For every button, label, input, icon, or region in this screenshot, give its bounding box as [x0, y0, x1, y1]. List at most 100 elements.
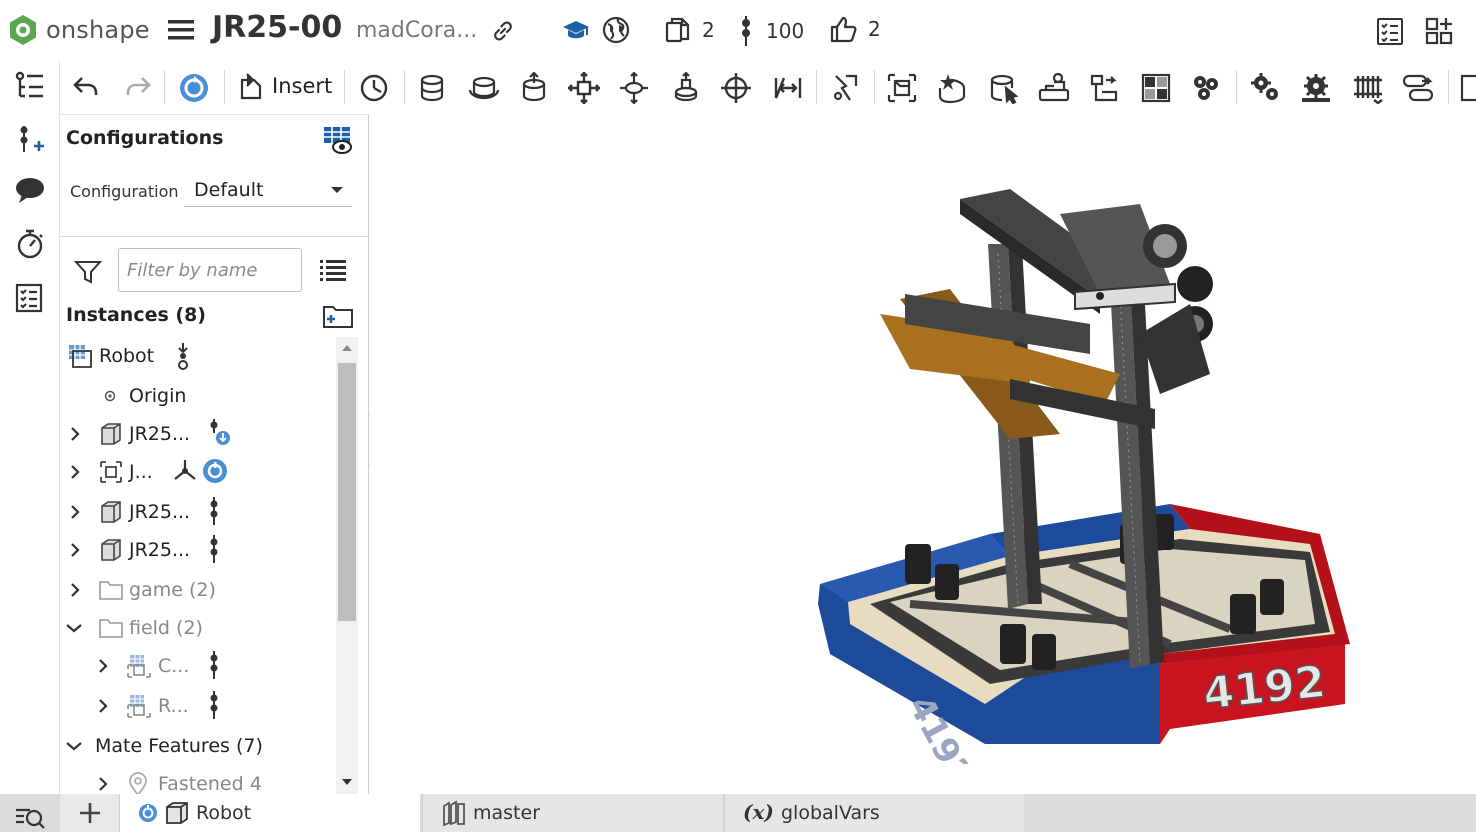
mate-connector-icon [172, 457, 198, 483]
scroll-thumb[interactable] [338, 363, 356, 621]
chevron-down-icon [330, 186, 344, 194]
revolute-mate-icon[interactable] [468, 72, 500, 104]
version-icon [208, 535, 220, 563]
fastened-mate-icon[interactable] [416, 72, 448, 104]
regenerate-icon[interactable] [178, 72, 210, 104]
pin-slot-mate-icon[interactable] [720, 72, 752, 104]
graphics-viewport[interactable]: 4192 4192 [370, 114, 1476, 794]
filter-input[interactable] [118, 248, 302, 292]
comments-icon[interactable] [14, 176, 46, 206]
configuration-select[interactable]: Default [184, 173, 352, 207]
tree-item-part[interactable]: JR25... [60, 531, 336, 569]
configuration-visibility-icon[interactable] [322, 125, 354, 155]
document-tab-bar: Robot master (x) globalVars [0, 794, 1476, 832]
tree-folder-field[interactable]: field (2) [60, 609, 336, 647]
chevron-right-icon[interactable] [96, 659, 110, 673]
tree-item-field-assembly[interactable]: R... [60, 687, 336, 725]
onshape-logo[interactable]: onshape [8, 14, 150, 46]
redo-icon[interactable] [124, 72, 152, 100]
linear-relation-icon[interactable] [1300, 72, 1332, 104]
insert-button[interactable]: Insert [238, 72, 332, 100]
assembly-icon [67, 343, 93, 369]
search-icon[interactable] [14, 804, 46, 830]
app-store-icon[interactable] [1424, 16, 1454, 46]
tree-item-part[interactable]: JR25... [60, 493, 336, 531]
chevron-down-icon[interactable] [66, 621, 82, 635]
mate-connector-icon[interactable] [938, 72, 970, 104]
chevron-down-icon[interactable] [66, 739, 82, 753]
chevron-right-icon[interactable] [68, 583, 82, 597]
screw-relation-icon[interactable] [1250, 72, 1282, 104]
tree-item-label: JR25... [129, 501, 191, 523]
tree-mate-fastened[interactable]: Fastened 4 [60, 765, 336, 795]
rack-icon[interactable] [1352, 72, 1384, 104]
document-title[interactable]: JR25-00 [212, 10, 342, 45]
ball-mate-icon[interactable] [670, 72, 702, 104]
filter-icon[interactable] [74, 259, 102, 285]
section-view-icon[interactable] [358, 72, 390, 104]
list-view-icon[interactable] [320, 258, 346, 282]
new-folder-icon[interactable] [322, 303, 354, 329]
folder-icon [99, 618, 123, 638]
public-icon[interactable] [602, 16, 630, 44]
tree-item-origin[interactable]: Origin [60, 377, 336, 415]
chevron-right-icon[interactable] [68, 465, 82, 479]
more-icon[interactable] [1402, 72, 1434, 104]
feature-list-icon[interactable] [14, 70, 46, 102]
planar-mate-icon[interactable] [568, 72, 600, 104]
versions-button[interactable]: 100 [740, 16, 804, 46]
history-icon[interactable] [14, 228, 46, 260]
tab-label: globalVars [781, 802, 880, 824]
insert-parts-icon[interactable] [14, 124, 46, 156]
scroll-down-icon[interactable] [342, 779, 352, 785]
tangent-mate-icon[interactable] [830, 72, 862, 104]
mirror-icon[interactable] [1088, 72, 1120, 104]
tree-scrollbar[interactable] [336, 337, 358, 795]
tree-folder-game[interactable]: game (2) [60, 571, 336, 609]
insert-icon [238, 72, 264, 100]
overflow-icon[interactable] [1460, 72, 1476, 104]
undo-icon[interactable] [72, 72, 100, 100]
chevron-right-icon[interactable] [68, 427, 82, 441]
likes-button[interactable]: 2 [828, 14, 881, 44]
learning-icon[interactable] [562, 16, 590, 44]
version-icon [208, 497, 220, 525]
document-owner[interactable]: madCora... [356, 18, 477, 43]
replicate-icon[interactable] [988, 72, 1020, 104]
tab-master[interactable]: master [422, 794, 722, 832]
slider-mate-icon[interactable] [518, 72, 550, 104]
tree-mate-features[interactable]: Mate Features (7) [60, 727, 336, 765]
menu-icon[interactable] [168, 18, 194, 42]
chevron-right-icon[interactable] [68, 543, 82, 557]
scroll-up-icon[interactable] [342, 345, 352, 351]
tasks-icon[interactable] [1376, 16, 1404, 46]
configuration-label: Configuration [70, 182, 179, 201]
likes-count: 2 [868, 17, 881, 41]
chevron-right-icon[interactable] [96, 699, 110, 713]
version-icon [208, 651, 220, 679]
tree-item-field-assembly[interactable]: C... [60, 647, 336, 685]
gear-relation-icon[interactable] [1140, 72, 1172, 104]
tree-item-label: Origin [129, 385, 187, 407]
group-icon[interactable] [886, 72, 918, 104]
rack-pinion-icon[interactable] [1190, 72, 1222, 104]
instances-title: Instances (8) [66, 304, 206, 326]
tasks-panel-icon[interactable] [14, 282, 44, 314]
chevron-right-icon[interactable] [68, 505, 82, 519]
parallel-mate-icon[interactable] [772, 72, 804, 104]
tree-item-robot[interactable]: Robot [60, 337, 336, 375]
add-tab-button[interactable] [60, 794, 120, 832]
copies-button[interactable]: 2 [664, 16, 715, 44]
link-icon[interactable] [490, 18, 516, 44]
tree-item-label: J... [129, 461, 153, 483]
tab-robot[interactable]: Robot [120, 794, 420, 832]
origin-icon [104, 390, 116, 402]
tree-item-subassembly[interactable]: J... [60, 453, 336, 491]
left-rail [0, 60, 60, 832]
tree-item-part[interactable]: JR25... [60, 415, 336, 453]
chevron-right-icon[interactable] [96, 777, 110, 791]
tab-global-vars[interactable]: (x) globalVars [724, 794, 1024, 832]
cylindrical-mate-icon[interactable] [618, 72, 650, 104]
pattern-icon[interactable] [1038, 72, 1070, 104]
robot-model[interactable]: 4192 4192 [810, 184, 1370, 764]
